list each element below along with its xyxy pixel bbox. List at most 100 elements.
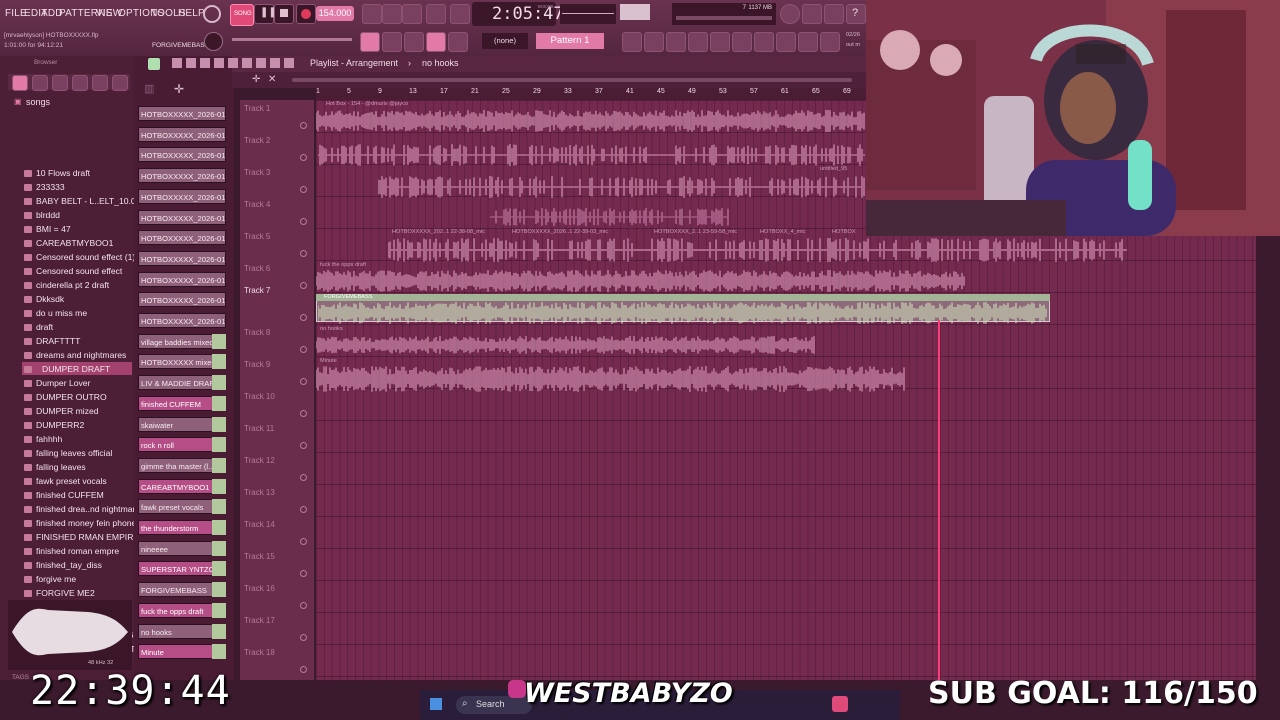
clip-label[interactable]: HOTBOXXXX_2..1 23-59-58_mic	[654, 229, 737, 235]
track-mute-icon[interactable]	[300, 570, 307, 577]
clip-label[interactable]: untitled_95	[820, 166, 847, 172]
track-label[interactable]: Track 7	[244, 286, 270, 295]
loop-record-button[interactable]	[450, 4, 470, 24]
channel-select-icon[interactable]	[212, 582, 226, 598]
channel-button[interactable]: HOTBOXXXXX_2026-01-1..	[138, 313, 226, 328]
channel-select-icon[interactable]	[212, 354, 226, 370]
browser-item[interactable]: Dkksdk	[36, 294, 64, 304]
browser-item[interactable]: DUMPERR2	[36, 420, 84, 430]
star-icon[interactable]	[112, 75, 128, 91]
channel-select-icon[interactable]	[212, 561, 226, 577]
plugin-picker-icon[interactable]	[802, 4, 822, 24]
track-mute-icon[interactable]	[300, 602, 307, 609]
metronome-button[interactable]	[362, 4, 382, 24]
playlist-icon[interactable]	[622, 32, 642, 52]
browser-item[interactable]: do u miss me	[36, 308, 87, 318]
playlist-pattern[interactable]: no hooks	[422, 58, 459, 68]
master-volume-knob[interactable]	[203, 5, 221, 23]
browser-item[interactable]: CAREABTMYBOO1	[36, 238, 113, 248]
browser-cloud-icon[interactable]	[92, 75, 108, 91]
browser-item[interactable]: Censored sound effect	[36, 266, 122, 276]
microphone-icon[interactable]	[824, 4, 844, 24]
browser-item[interactable]: falling leaves	[36, 462, 86, 472]
channel-select-icon[interactable]	[212, 520, 226, 535]
browser-item[interactable]: DUMPER OUTRO	[36, 392, 107, 402]
channel-select-icon[interactable]	[212, 457, 226, 473]
track-mute-icon[interactable]	[300, 474, 307, 481]
wait-input-button[interactable]	[382, 4, 402, 24]
selected-clip-header[interactable]	[316, 294, 1050, 301]
channel-select-icon[interactable]	[212, 623, 226, 639]
playhead[interactable]	[938, 320, 940, 680]
browser-item[interactable]: draft	[36, 322, 53, 332]
clip-label[interactable]: Hot Box - 154 - @dmuris @jayco	[326, 101, 408, 107]
channel-select-icon[interactable]	[212, 395, 226, 411]
track-label[interactable]: Track 5	[244, 232, 270, 241]
pencil-icon[interactable]	[172, 58, 182, 68]
online-icon[interactable]	[780, 4, 800, 24]
channel-button[interactable]: HOTBOXXXXX_2026-01-1..	[138, 147, 226, 163]
magnet-icon[interactable]	[148, 58, 160, 70]
mixer-link-icon[interactable]: ▥	[144, 82, 160, 96]
help-icon[interactable]: ?	[846, 4, 866, 24]
channel-select-icon[interactable]	[212, 499, 226, 515]
clip-label[interactable]: fuck the opps draft	[320, 262, 366, 268]
arrow-right-icon[interactable]	[382, 32, 402, 52]
clip-label[interactable]: HOTBOXX_4_mic	[760, 229, 805, 235]
track-label[interactable]: Track 2	[244, 136, 270, 145]
channel-button[interactable]: HOTBOXXXXX_2026-01-1..	[138, 250, 226, 266]
link-icon[interactable]	[426, 32, 446, 52]
select-icon[interactable]	[256, 58, 266, 68]
clip-label[interactable]: HOTBOX	[832, 229, 856, 235]
track-label[interactable]: Track 10	[244, 392, 275, 401]
delete-icon[interactable]	[200, 58, 210, 68]
track-mute-icon[interactable]	[300, 346, 307, 353]
browser-item[interactable]: BMI = 47	[36, 224, 71, 234]
browser-icon[interactable]	[710, 32, 730, 52]
master-pitch-slider[interactable]	[232, 38, 352, 41]
channel-button[interactable]: HOTBOXXXXX_2026-01-1..	[138, 230, 226, 246]
track-label[interactable]: Track 3	[244, 168, 270, 177]
track-mute-icon[interactable]	[300, 442, 307, 449]
channel-select-icon[interactable]	[212, 602, 226, 618]
fx-icon[interactable]	[776, 32, 796, 52]
playback-icon[interactable]	[284, 58, 294, 68]
track-label[interactable]: Track 16	[244, 584, 275, 593]
browser-item[interactable]: FINISHED RMAN EMPIRE	[36, 532, 139, 542]
brush-icon[interactable]	[186, 58, 196, 68]
mute-icon[interactable]	[214, 58, 224, 68]
tiktok-icon[interactable]	[832, 696, 848, 712]
record-button[interactable]	[296, 4, 316, 24]
channel-button[interactable]: HOTBOXXXXX_2026-01-1..	[138, 271, 226, 287]
track-label[interactable]: Track 8	[244, 328, 270, 337]
close-icon[interactable]: ✕	[268, 74, 278, 85]
track-mute-icon[interactable]	[300, 666, 307, 673]
track-label[interactable]: Track 13	[244, 488, 275, 497]
browser-item[interactable]: Dumper Lover	[36, 378, 90, 388]
browser-item[interactable]: DRAFTTTT	[36, 336, 80, 346]
browser-item[interactable]: forgive me	[36, 574, 76, 584]
browser-back-icon[interactable]	[52, 75, 68, 91]
browser-item[interactable]: finished CUFFEM	[36, 490, 104, 500]
browser-item[interactable]: finished roman empre	[36, 546, 119, 556]
browser-item[interactable]: Censored sound effect (1)	[36, 252, 135, 262]
clip-label[interactable]: HOTBOXXXXX_2026..1 22-39-03_mic	[512, 229, 608, 235]
track-mute-icon[interactable]	[300, 634, 307, 641]
track-label[interactable]: Track 6	[244, 264, 270, 273]
track-label[interactable]: Track 18	[244, 648, 275, 657]
browser-item[interactable]: 10 Flows draft	[36, 168, 90, 178]
clip-label[interactable]: FORGIVEMEBASS	[324, 294, 373, 300]
zoom-icon[interactable]	[270, 58, 280, 68]
snap-select[interactable]: (none)	[482, 33, 528, 49]
record-audio-icon[interactable]	[798, 32, 818, 52]
browser-item[interactable]: finished drea..nd nightmares	[36, 504, 144, 514]
browser-item[interactable]: cinderella pt 2 draft	[36, 280, 109, 290]
channel-select-icon[interactable]	[212, 333, 226, 349]
browser-item[interactable]: falling leaves official	[36, 448, 112, 458]
channel-button[interactable]: HOTBOXXXXX_2026-01-1..	[138, 168, 226, 184]
windows-icon[interactable]	[430, 698, 442, 710]
stop-button[interactable]	[274, 4, 294, 24]
pause-button[interactable]: ❚❚	[254, 4, 277, 24]
channel-button[interactable]: HOTBOXXXXX_2026-01-1..	[138, 106, 226, 121]
browser-item[interactable]: 233333	[36, 182, 65, 192]
